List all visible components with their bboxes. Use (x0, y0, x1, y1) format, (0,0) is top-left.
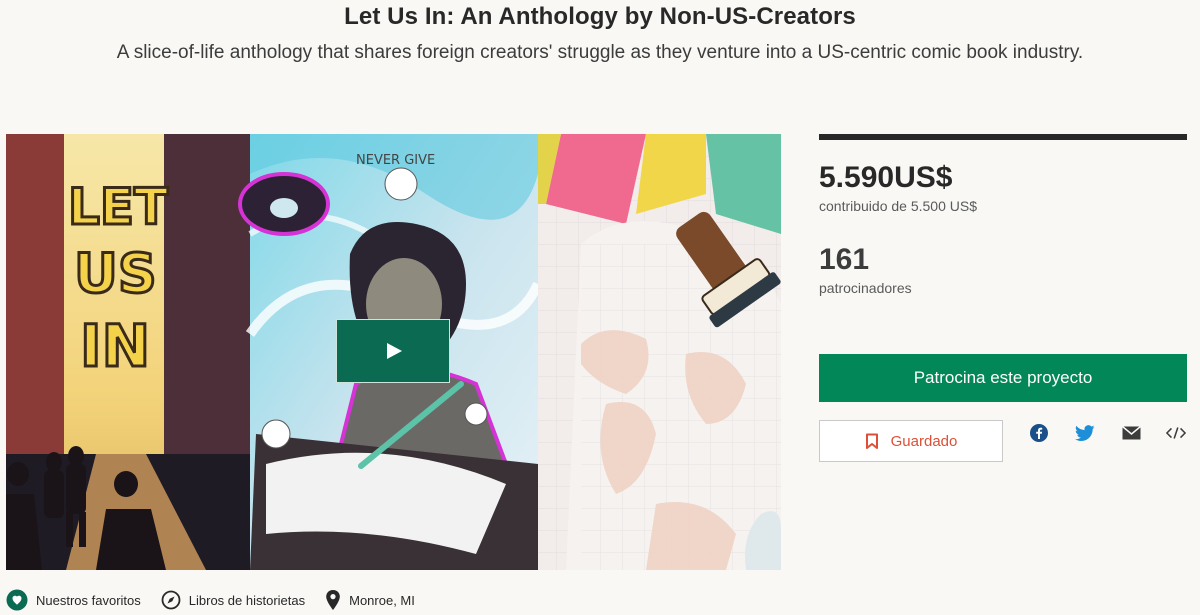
favorites-badge-icon (6, 589, 28, 611)
svg-text:LET: LET (68, 178, 168, 236)
backers-label: patrocinadores (819, 280, 912, 296)
backers-count: 161 (819, 243, 870, 276)
facebook-icon (1030, 424, 1048, 442)
location-pin-icon (326, 590, 340, 610)
embed-icon (1166, 427, 1186, 439)
play-button[interactable] (336, 319, 450, 383)
saved-button[interactable]: Guardado (819, 420, 1003, 462)
tag-location-label: Monroe, MI (349, 592, 415, 608)
tag-favorites[interactable]: Nuestros favoritos (6, 589, 141, 611)
facebook-share-icon[interactable] (1029, 423, 1049, 443)
play-icon (387, 343, 402, 359)
embed-share-icon[interactable] (1166, 423, 1186, 443)
tag-location[interactable]: Monroe, MI (325, 589, 415, 611)
email-share-icon[interactable] (1121, 423, 1141, 443)
compass-icon (161, 590, 181, 610)
tag-category[interactable]: Libros de historietas (161, 590, 305, 610)
project-blurb: A slice-of-life anthology that shares fo… (116, 42, 1084, 63)
funding-progress-fill (819, 134, 1187, 140)
tag-category-label: Libros de historietas (188, 592, 306, 608)
project-title: Let Us In: An Anthology by Non-US-Creato… (344, 3, 856, 30)
svg-text:IN: IN (80, 312, 150, 380)
tag-favorites-label: Nuestros favoritos (36, 592, 141, 608)
goal-text: contribuido de 5.500 US$ (819, 198, 977, 214)
saved-label: Guardado (890, 432, 958, 450)
project-video[interactable]: LET US IN NEVER GIVE (6, 134, 781, 570)
twitter-share-icon[interactable] (1075, 423, 1095, 443)
project-tags: Nuestros favoritos Libros de historietas… (6, 588, 435, 612)
back-project-button[interactable]: Patrocina este proyecto (819, 354, 1187, 402)
funding-progress-bar (819, 134, 1187, 140)
pledged-amount: 5.590US$ (819, 161, 953, 194)
email-icon (1121, 426, 1141, 440)
bookmark-icon (865, 433, 878, 449)
svg-text:NEVER GIVE: NEVER GIVE (356, 153, 435, 168)
svg-text:US: US (74, 242, 157, 305)
twitter-icon (1075, 424, 1095, 441)
